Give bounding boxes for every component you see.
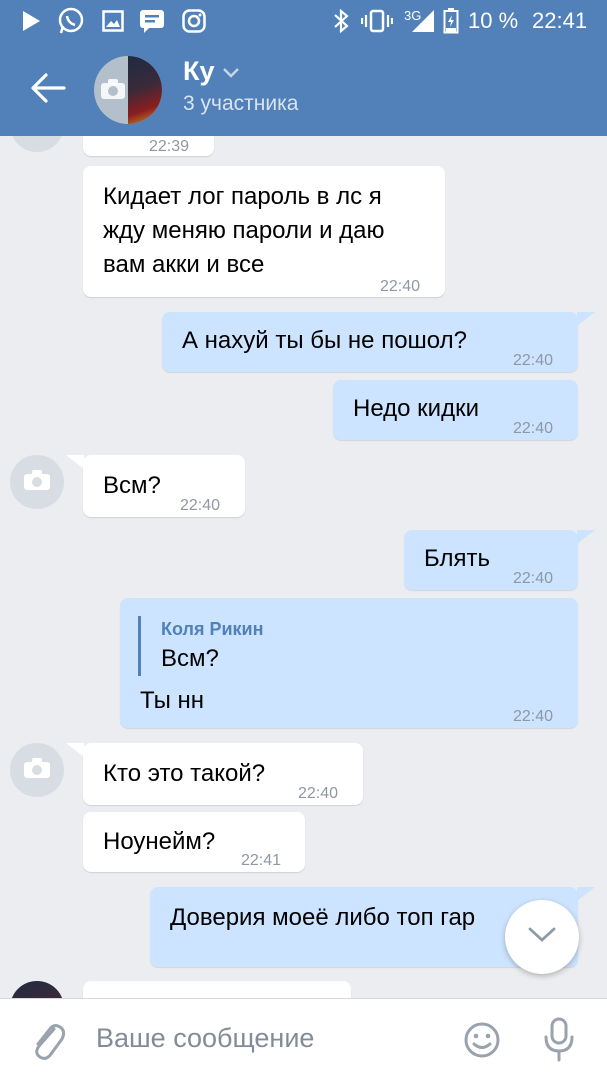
message-text: Недо кидки [353, 395, 479, 422]
chat-title[interactable]: Ку [183, 56, 215, 87]
chevron-down-icon[interactable] [222, 66, 240, 84]
message-text: Ноунейм? [103, 828, 216, 855]
chat-header: Ку 3 участника [0, 42, 607, 136]
message-bubble-out[interactable]: Блять 22:40 [404, 530, 578, 590]
sender-avatar[interactable] [10, 743, 64, 797]
camera-icon [23, 469, 51, 496]
message-time: 22:40 [513, 352, 554, 369]
play-icon [18, 8, 44, 34]
message-bubble-out[interactable]: Коля Рикин Всм? Ты нн 22:40 [120, 598, 578, 728]
clock: 22:41 [532, 8, 588, 33]
vibrate-icon [360, 8, 394, 34]
message-time: 22:40 [380, 278, 421, 295]
back-arrow-icon[interactable] [28, 70, 68, 106]
bubble-tail [577, 312, 595, 326]
status-bar: 3G 10 % 22:41 [0, 0, 607, 42]
reply-author: Коля Рикин [161, 619, 264, 639]
message-bubble-in[interactable]: Кто это такой? 22:40 [83, 743, 363, 805]
message-input[interactable]: Ваше сообщение [96, 1023, 314, 1054]
bubble-tail [66, 455, 84, 469]
battery-level: 10 % [468, 8, 519, 33]
emoji-icon[interactable] [463, 1021, 501, 1064]
chevron-down-icon [527, 926, 557, 949]
microphone-icon[interactable] [542, 1017, 576, 1068]
chat-subtitle: 3 участника [183, 92, 299, 115]
sms-icon [138, 8, 166, 34]
message-text: Ты нн [140, 687, 205, 714]
message-composer: Ваше сообщение [0, 998, 607, 1081]
message-time: 22:40 [298, 785, 339, 802]
gallery-icon [100, 8, 126, 34]
message-bubble-in[interactable]: Всм? 22:40 [83, 455, 245, 517]
avatar-photo [128, 56, 162, 124]
message-time: 22:39 [149, 138, 190, 155]
message-bubble-out[interactable]: А нахуй ты бы не пошол? 22:40 [162, 312, 578, 372]
instagram-icon [180, 8, 208, 34]
chat-avatar[interactable] [94, 56, 162, 124]
sender-avatar[interactable] [10, 136, 64, 152]
message-text-line: вам акки и все [103, 251, 265, 278]
attach-icon[interactable] [30, 1019, 66, 1068]
message-bubble-in[interactable]: 22:39 [83, 136, 214, 156]
message-bubble-in[interactable]: Ноунейм? 22:41 [83, 812, 305, 872]
message-bubble-out[interactable]: Недо кидки 22:40 [333, 380, 578, 440]
message-text: Кто это такой? [103, 760, 266, 787]
message-text: Блять [424, 545, 490, 572]
battery-icon [442, 8, 460, 34]
sender-avatar[interactable] [10, 981, 64, 998]
message-time: 22:41 [241, 852, 282, 869]
message-text-line: Кидает лог пароль в лс я [103, 183, 382, 210]
message-bubble-in[interactable]: Кидает лог пароль в лс я жду меняю парол… [83, 166, 445, 297]
message-time: 22:40 [513, 420, 554, 437]
network-type: 3G [404, 8, 422, 23]
message-time: 22:40 [180, 497, 221, 514]
message-bubble-in[interactable] [83, 981, 351, 998]
whatsapp-icon [56, 7, 86, 34]
message-text: Доверия моеё либо топ гар [170, 904, 476, 931]
message-text: А нахуй ты бы не пошол? [182, 327, 467, 354]
camera-icon [23, 757, 51, 784]
bubble-tail [66, 743, 84, 757]
message-text: Всм? [103, 472, 161, 499]
message-time: 22:40 [513, 708, 554, 725]
sender-avatar[interactable] [10, 455, 64, 509]
message-list[interactable]: 22:39 Кидает лог пароль в лс я жду меняю… [0, 136, 607, 998]
message-time: 22:40 [513, 570, 554, 587]
scroll-down-button[interactable] [505, 900, 579, 974]
reply-text: Всм? [161, 645, 219, 672]
bluetooth-icon [330, 8, 352, 34]
camera-icon [100, 78, 126, 105]
reply-quote[interactable]: Коля Рикин Всм? [138, 616, 264, 676]
bubble-tail [577, 530, 595, 544]
bubble-tail [577, 887, 595, 901]
message-text-line: жду меняю пароли и даю [103, 217, 385, 244]
